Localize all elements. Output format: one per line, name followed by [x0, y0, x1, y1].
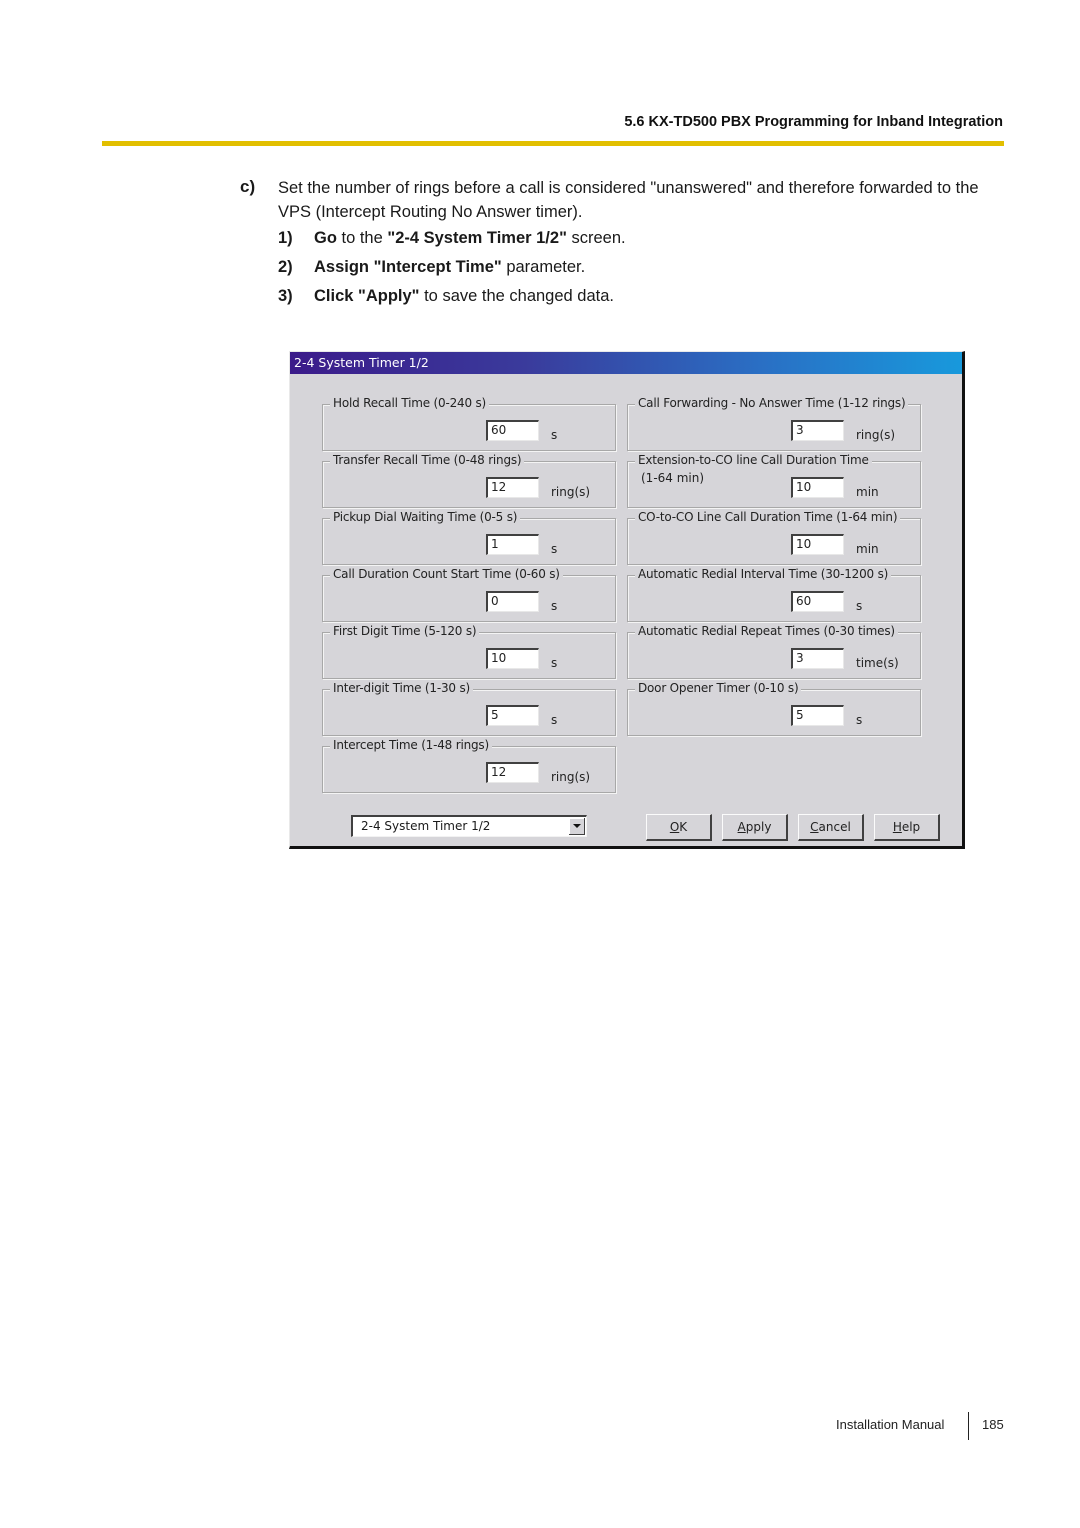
unit-label: s	[551, 656, 558, 670]
sub-step: 1) Go to the "2-4 System Timer 1/2" scre…	[278, 226, 626, 255]
sub-step-bold: Go	[314, 229, 337, 247]
sub-step-text: parameter.	[501, 258, 586, 276]
group-label: Call Duration Count Start Time (0-60 s)	[330, 567, 563, 582]
page-number: 185	[982, 1417, 1004, 1432]
unit-label: min	[856, 485, 879, 499]
group-label: Call Forwarding - No Answer Time (1-12 r…	[635, 396, 909, 411]
group-transfer-recall-time: Transfer Recall Time (0-48 rings) 12 rin…	[322, 453, 616, 508]
cancel-label: ancel	[818, 820, 851, 834]
group-label: CO-to-CO Line Call Duration Time (1-64 m…	[635, 510, 901, 525]
apply-button[interactable]: Apply	[722, 814, 788, 841]
unit-label: s	[856, 713, 863, 727]
sub-steps: 1) Go to the "2-4 System Timer 1/2" scre…	[278, 226, 626, 313]
sub-step-number: 2)	[278, 258, 293, 276]
chevron-down-icon[interactable]	[569, 818, 585, 835]
footer-label: Installation Manual	[836, 1417, 945, 1432]
footer-divider	[968, 1412, 969, 1440]
unit-label: s	[551, 542, 558, 556]
sub-step-text: to save the changed data.	[419, 287, 614, 305]
unit-label: s	[551, 713, 558, 727]
first-digit-time-input[interactable]: 10	[486, 648, 539, 669]
sub-step-bold: Click "Apply"	[314, 287, 420, 305]
unit-label: ring(s)	[551, 485, 591, 499]
group-automatic-redial-interval-time: Automatic Redial Interval Time (30-1200 …	[627, 567, 921, 622]
extension-to-co-call-duration-time-input[interactable]: 10	[791, 477, 844, 498]
help-button[interactable]: Help	[874, 814, 940, 841]
group-label: First Digit Time (5-120 s)	[330, 624, 480, 639]
unit-label: s	[856, 599, 863, 613]
group-door-opener-timer: Door Opener Timer (0-10 s) 5 s	[627, 681, 921, 736]
pickup-dial-waiting-time-input[interactable]: 1	[486, 534, 539, 555]
dialog-titlebar: 2-4 System Timer 1/2	[290, 352, 962, 374]
unit-label: min	[856, 542, 879, 556]
inter-digit-time-input[interactable]: 5	[486, 705, 539, 726]
intercept-time-input[interactable]: 12	[486, 762, 539, 783]
automatic-redial-interval-time-input[interactable]: 60	[791, 591, 844, 612]
group-label: Hold Recall Time (0-240 s)	[330, 396, 490, 411]
unit-label: s	[551, 428, 558, 442]
help-accelerator: H	[892, 820, 902, 834]
step-marker: c)	[240, 177, 256, 196]
co-to-co-call-duration-time-input[interactable]: 10	[791, 534, 844, 555]
apply-accelerator: A	[737, 820, 746, 834]
group-label: Transfer Recall Time (0-48 rings)	[330, 453, 525, 468]
cancel-button[interactable]: Cancel	[798, 814, 864, 841]
sub-step-bold: Assign "Intercept Time"	[314, 258, 502, 276]
group-first-digit-time: First Digit Time (5-120 s) 10 s	[322, 624, 616, 679]
header-rule	[102, 141, 1004, 146]
ok-button[interactable]: OK	[646, 814, 712, 841]
cancel-accelerator: C	[810, 820, 819, 834]
apply-label: pply	[745, 820, 772, 834]
automatic-redial-repeat-times-input[interactable]: 3	[791, 648, 844, 669]
group-automatic-redial-repeat-times: Automatic Redial Repeat Times (0-30 time…	[627, 624, 921, 679]
sub-step-text: to the	[336, 229, 388, 247]
group-label: Automatic Redial Repeat Times (0-30 time…	[635, 624, 898, 639]
group-hold-recall-time: Hold Recall Time (0-240 s) 60 s	[322, 396, 616, 451]
call-forwarding-no-answer-time-input[interactable]: 3	[791, 420, 844, 441]
group-intercept-time: Intercept Time (1-48 rings) 12 ring(s)	[322, 738, 616, 793]
unit-label: ring(s)	[551, 770, 591, 784]
group-label: Extension-to-CO line Call Duration Time	[635, 453, 872, 468]
screen-select-value: 2-4 System Timer 1/2	[361, 819, 491, 833]
system-timer-dialog: 2-4 System Timer 1/2 Hold Recall Time (0…	[289, 351, 965, 849]
unit-label: ring(s)	[856, 428, 896, 442]
sub-step-number: 1)	[278, 229, 293, 247]
group-pickup-dial-waiting-time: Pickup Dial Waiting Time (0-5 s) 1 s	[322, 510, 616, 565]
hold-recall-time-input[interactable]: 60	[486, 420, 539, 441]
group-extension-to-co-call-duration-time: Extension-to-CO line Call Duration Time …	[627, 453, 921, 508]
call-duration-count-start-time-input[interactable]: 0	[486, 591, 539, 612]
running-header: 5.6 KX-TD500 PBX Programming for Inband …	[624, 114, 1003, 130]
group-label: Intercept Time (1-48 rings)	[330, 738, 492, 753]
sub-step: 2) Assign "Intercept Time" parameter.	[278, 255, 626, 284]
group-call-forwarding-no-answer-time: Call Forwarding - No Answer Time (1-12 r…	[627, 396, 921, 451]
help-label: elp	[901, 820, 921, 834]
screen-select[interactable]: 2-4 System Timer 1/2	[351, 815, 587, 837]
unit-label: s	[551, 599, 558, 613]
door-opener-timer-input[interactable]: 5	[791, 705, 844, 726]
sub-step-text: screen.	[566, 229, 626, 247]
sub-step: 3) Click "Apply" to save the changed dat…	[278, 284, 626, 313]
group-co-to-co-call-duration-time: CO-to-CO Line Call Duration Time (1-64 m…	[627, 510, 921, 565]
ok-accelerator: O	[669, 820, 680, 834]
group-label: Door Opener Timer (0-10 s)	[635, 681, 802, 696]
intro-text: Set the number of rings before a call is…	[278, 179, 979, 221]
sub-step-number: 3)	[278, 287, 293, 305]
group-call-duration-count-start-time: Call Duration Count Start Time (0-60 s) …	[322, 567, 616, 622]
unit-label: time(s)	[856, 656, 899, 670]
group-label: Automatic Redial Interval Time (30-1200 …	[635, 567, 892, 582]
ok-label: K	[679, 820, 688, 834]
group-label-range: (1-64 min)	[641, 471, 705, 485]
group-label: Pickup Dial Waiting Time (0-5 s)	[330, 510, 521, 525]
group-label: Inter-digit Time (1-30 s)	[330, 681, 473, 696]
transfer-recall-time-input[interactable]: 12	[486, 477, 539, 498]
group-inter-digit-time: Inter-digit Time (1-30 s) 5 s	[322, 681, 616, 736]
sub-step-bold: "2-4 System Timer 1/2"	[387, 229, 567, 247]
